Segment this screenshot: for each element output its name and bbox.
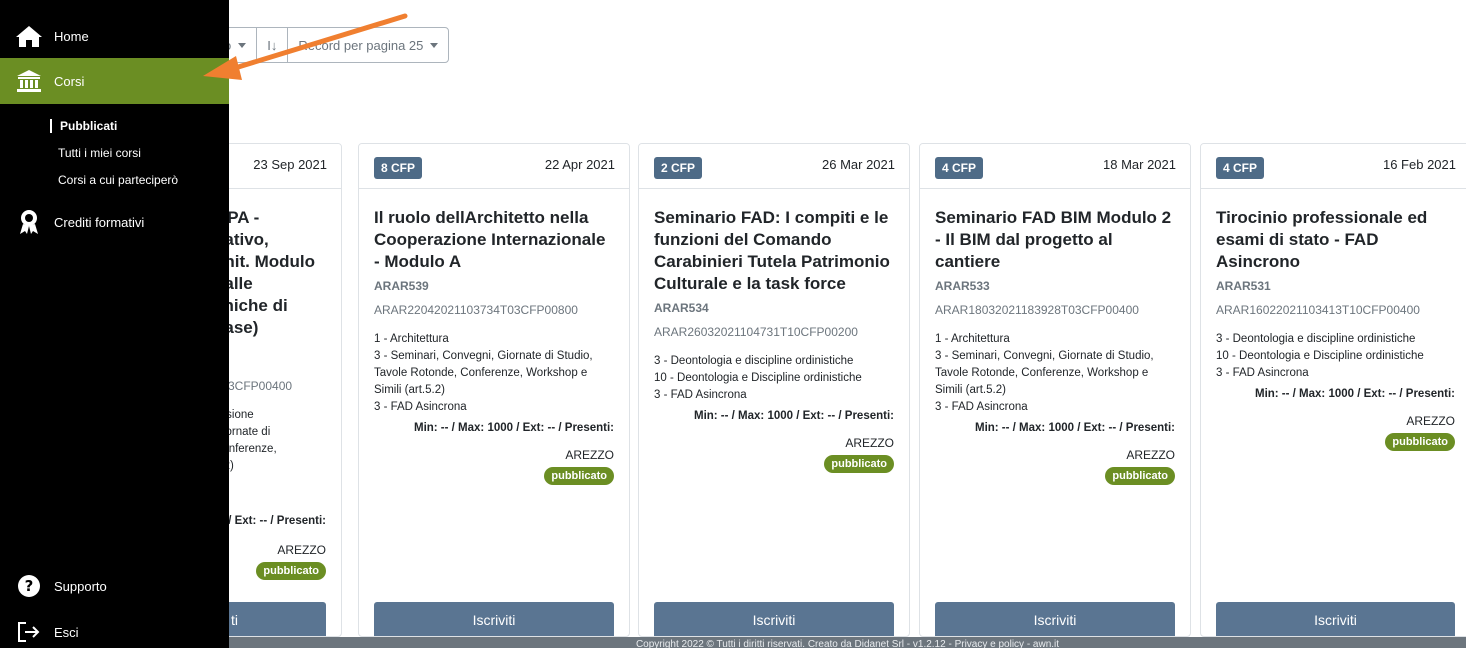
institution-icon — [14, 68, 44, 94]
list-toolbar: o I↓ Record per pagina 25 — [205, 27, 450, 63]
sidebar-item-label: Home — [54, 28, 89, 44]
status-badge: pubblicato — [544, 467, 614, 485]
caret-down-icon — [238, 42, 247, 48]
course-capacity: Min: -- / Max: 1000 / Ext: -- / Presenti… — [974, 422, 1175, 434]
sidebar-item-label: Corsi — [54, 73, 85, 89]
sidebar-item-home[interactable]: Home — [0, 20, 229, 52]
course-categories: 3 - Deontologia e discipline ordinistich… — [1216, 333, 1424, 379]
course-id: ARAR26032021104731T10CFP00200 — [654, 325, 858, 339]
course-card: 8 CFP 22 Apr 2021 Il ruolo dellArchitetto … — [358, 143, 630, 637]
status-badge: pubblicato — [824, 455, 894, 473]
course-capacity: / Ext: -- / Presenti: — [228, 515, 326, 527]
iscriviti-button[interactable]: Iscriviti — [935, 602, 1175, 636]
question-circle-icon: ? — [14, 573, 44, 599]
course-date: 16 Feb 2021 — [1382, 157, 1456, 172]
course-code: ARAR534 — [654, 301, 709, 315]
course-id: ARAR16022021103413T10CFP00400 — [1216, 303, 1420, 317]
sidebar-subitem-tutti-i-miei-corsi[interactable]: Tutti i miei corsi — [58, 146, 141, 160]
course-location: AREZZO — [565, 448, 614, 462]
records-per-page-dropdown[interactable]: Record per pagina 25 — [288, 28, 448, 62]
status-badge: pubblicato — [1385, 433, 1455, 451]
course-location: AREZZO — [1406, 414, 1455, 428]
iscriviti-button[interactable]: Iscriviti — [654, 602, 894, 636]
card-body: Seminario FAD: I compiti e le funzioni d… — [639, 189, 909, 473]
sidebar-item-corsi[interactable]: Corsi — [0, 58, 229, 104]
course-id: T03CFP00400 — [214, 379, 293, 393]
course-categories: 3 - Deontologia e discipline ordinistich… — [654, 355, 862, 401]
card-header: 4 CFP 16 Feb 2021 — [1201, 144, 1466, 189]
course-categories: 1 - Architettura 3 - Seminari, Convegni,… — [935, 333, 1154, 413]
cfp-badge: 8 CFP — [374, 157, 423, 179]
course-card: 2 CFP 26 Mar 2021 Seminario FAD: I compiti… — [638, 143, 910, 637]
status-badge: pubblicato — [256, 562, 326, 580]
course-categories: essione Giornate di Conferenze, 5.2) — [214, 409, 277, 472]
course-title[interactable]: Seminario FAD: I compiti e le funzioni d… — [654, 207, 894, 295]
sign-out-icon — [14, 619, 44, 645]
svg-text:?: ? — [25, 577, 34, 595]
caret-down-icon — [430, 42, 439, 48]
course-id: ARAR18032021183928T03CFP00400 — [935, 303, 1139, 317]
course-code: ARAR533 — [935, 279, 990, 293]
course-capacity: Min: -- / Max: 1000 / Ext: -- / Presenti… — [413, 422, 614, 434]
sidebar-subitem-corsi-a-cui-partecipero[interactable]: Corsi a cui parteciperò — [58, 173, 178, 187]
course-location: AREZZO — [1126, 448, 1175, 462]
sort-order-button[interactable]: I↓ — [257, 28, 289, 62]
card-body: Il ruolo dellArchitetto nella Cooperazio… — [359, 189, 629, 485]
course-title[interactable]: Tirocinio professionale ed esami di stat… — [1216, 207, 1455, 273]
footer-copyright: Copyright 2022 © Tutti i diritti riserva… — [635, 639, 1060, 648]
card-header: 4 CFP 18 Mar 2021 — [920, 144, 1190, 189]
course-code: ARAR531 — [1216, 279, 1271, 293]
award-icon — [14, 209, 44, 235]
course-title[interactable]: OPA - nativo, unit. Modulo ) alle cniche… — [214, 207, 326, 339]
card-body: Seminario FAD BIM Modulo 2 - Il BIM dal … — [920, 189, 1190, 485]
sidebar-item-supporto[interactable]: ? Supporto — [0, 570, 229, 602]
card-body: Tirocinio professionale ed esami di stat… — [1201, 189, 1466, 451]
sidebar-item-crediti-formativi[interactable]: Crediti formativi — [0, 206, 229, 238]
course-capacity: Min: -- / Max: 1000 / Ext: -- / Presenti… — [1254, 388, 1455, 400]
course-capacity: Min: -- / Max: 1000 / Ext: -- / Presenti… — [693, 410, 894, 422]
course-date: 18 Mar 2021 — [1103, 157, 1176, 172]
sidebar: Home Corsi Pubblicati Tutti i miei corsi… — [0, 0, 229, 648]
course-date: 23 Sep 2021 — [253, 157, 327, 172]
course-categories: 1 - Architettura 3 - Seminari, Convegni,… — [374, 333, 593, 413]
cfp-badge: 2 CFP — [654, 157, 703, 179]
cfp-badge: 4 CFP — [1216, 157, 1265, 179]
course-title[interactable]: Il ruolo dellArchitetto nella Cooperazio… — [374, 207, 614, 273]
iscriviti-button[interactable]: Iscriviti — [1216, 602, 1455, 636]
sidebar-item-label: Supporto — [54, 578, 107, 594]
sidebar-subitem-pubblicati[interactable]: Pubblicati — [50, 119, 117, 133]
card-header: 2 CFP 26 Mar 2021 — [639, 144, 909, 189]
sidebar-item-esci[interactable]: Esci — [0, 618, 229, 646]
iscriviti-button[interactable]: Iscriviti — [374, 602, 614, 636]
course-title[interactable]: Seminario FAD BIM Modulo 2 - Il BIM dal … — [935, 207, 1175, 273]
cfp-badge: 4 CFP — [935, 157, 984, 179]
course-id: ARAR22042021103734T03CFP00800 — [374, 303, 578, 317]
sidebar-item-label: Esci — [54, 624, 79, 640]
records-per-page-label: Record per pagina 25 — [298, 37, 424, 53]
home-icon — [14, 23, 44, 49]
course-location: AREZZO — [845, 436, 894, 450]
footer: Copyright 2022 © Tutti i diritti riserva… — [229, 637, 1466, 648]
course-location: AREZZO — [277, 543, 326, 557]
course-code: ARAR539 — [374, 279, 429, 293]
course-card: 4 CFP 18 Mar 2021 Seminario FAD BIM Modulo… — [919, 143, 1191, 637]
course-date: 26 Mar 2021 — [822, 157, 895, 172]
sort-order-label: I↓ — [267, 37, 278, 53]
course-card: 4 CFP 16 Feb 2021 Tirocinio professionale … — [1200, 143, 1466, 637]
status-badge: pubblicato — [1105, 467, 1175, 485]
course-date: 22 Apr 2021 — [544, 157, 615, 172]
sidebar-item-label: Crediti formativi — [54, 214, 145, 230]
card-header: 8 CFP 22 Apr 2021 — [359, 144, 629, 189]
